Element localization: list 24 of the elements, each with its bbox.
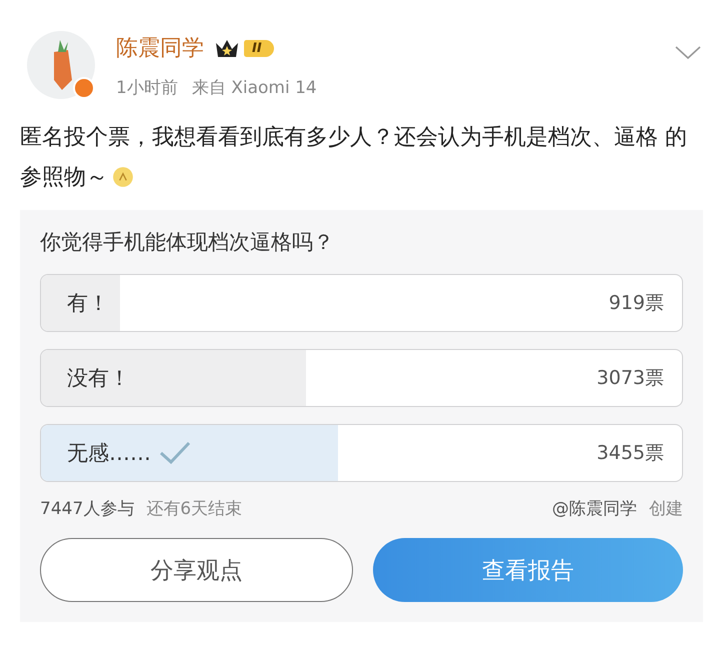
option-label: 有！	[67, 290, 109, 317]
created-label: 创建	[649, 498, 683, 520]
checkmark-icon	[159, 441, 191, 465]
post-source: 来自 Xiaomi 14	[192, 77, 317, 99]
author-name[interactable]: 陈震同学	[116, 33, 204, 63]
vote-count: 3455票	[596, 441, 664, 466]
vote-count: 3073票	[596, 366, 664, 391]
post-text: 匿名投个票，我想看看到底有多少人？还会认为手机是档次、逼格 的参照物～	[20, 124, 688, 192]
emoji-icon	[112, 166, 134, 188]
share-button[interactable]: 分享观点	[40, 538, 352, 602]
poll-option[interactable]: 没有！ 3073票	[40, 349, 683, 407]
option-label: 没有！	[67, 365, 130, 392]
avatar-icon[interactable]	[26, 30, 96, 100]
poll-option[interactable]: 无感…… 3455票	[40, 424, 683, 482]
level-badge: II	[244, 40, 274, 56]
post-time: 1小时前	[116, 77, 178, 99]
participant-count: 7447人参与	[40, 498, 134, 520]
time-remaining: 还有6天结束	[146, 498, 242, 520]
vote-count: 919票	[608, 291, 664, 316]
option-label: 无感……	[67, 440, 151, 467]
creator-link[interactable]: @陈震同学	[552, 497, 637, 520]
chevron-down-icon[interactable]	[675, 46, 701, 60]
poll-option[interactable]: 有！ 919票	[40, 274, 683, 332]
poll-question: 你觉得手机能体现档次逼格吗？	[40, 229, 335, 256]
